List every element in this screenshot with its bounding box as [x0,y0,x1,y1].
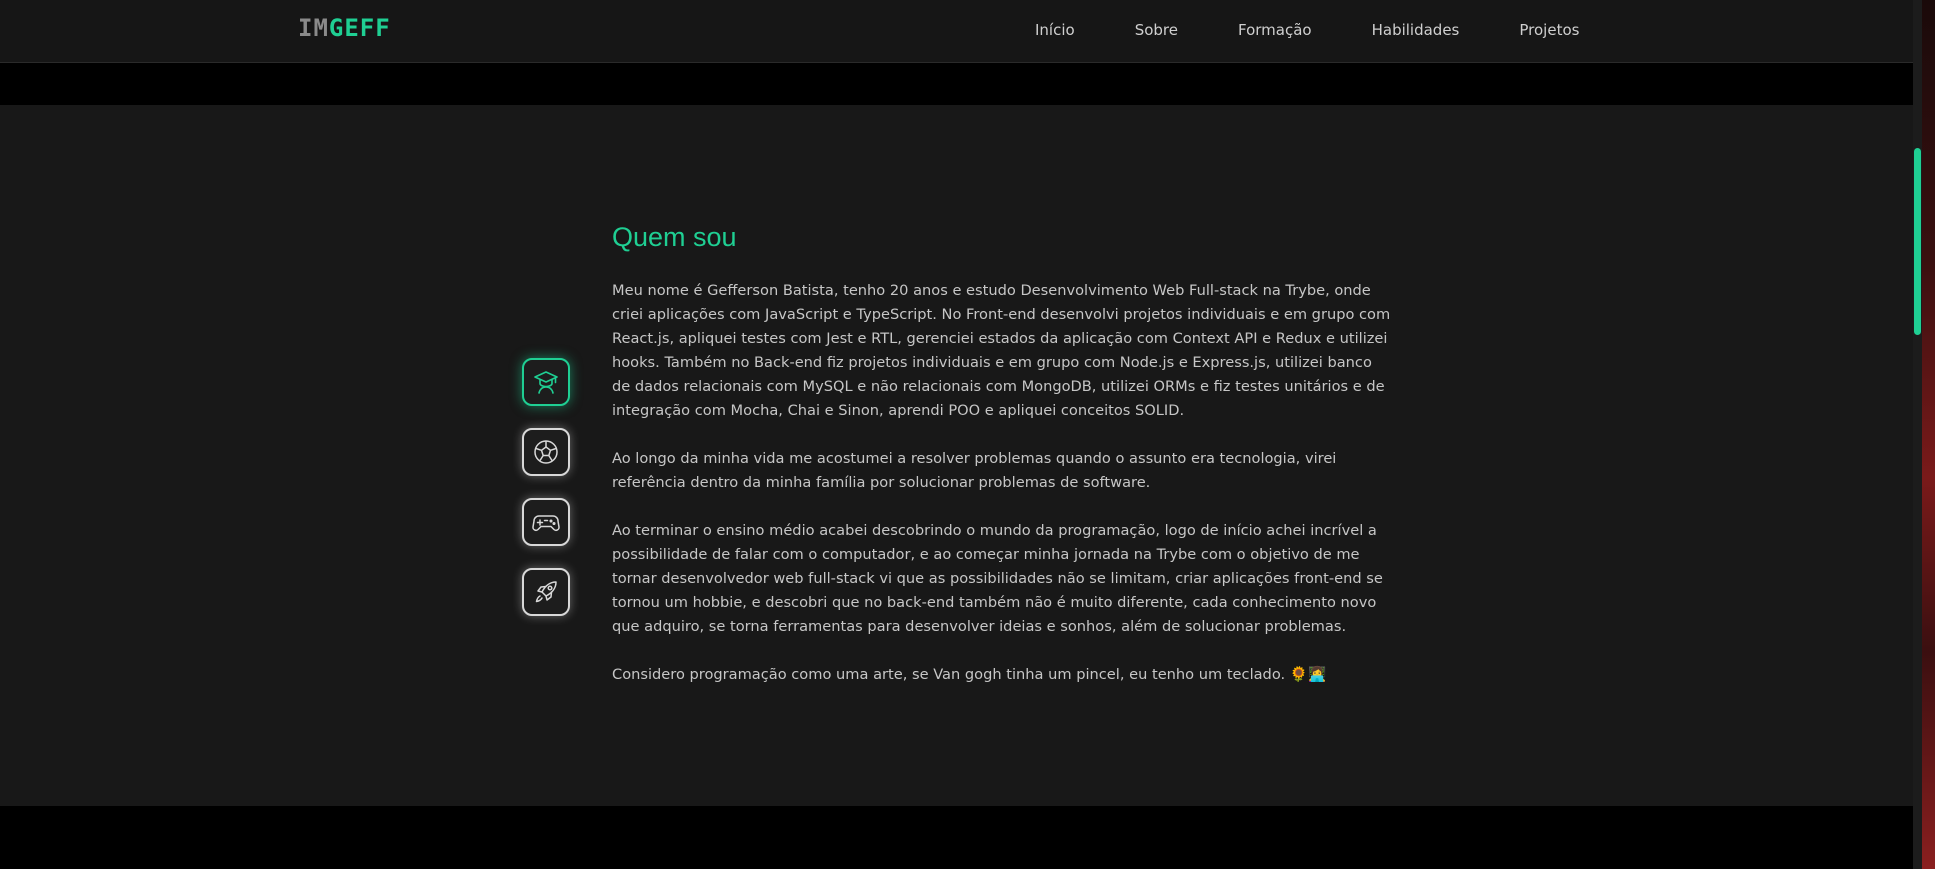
soccer-ball-icon-button[interactable] [522,428,570,476]
logo-part-geff: GEFF [328,14,391,42]
scroll-thumb[interactable] [1914,148,1921,335]
soccer-ball-icon [534,440,558,464]
about-paragraph-1: Meu nome é Gefferson Batista, tenho 20 a… [612,282,1391,419]
gamepad-icon [532,515,560,531]
graduate-icon [534,371,558,394]
nav-links: Início Sobre Formação Habilidades Projet… [1035,21,1579,39]
nav-link-inicio[interactable]: Início [1035,21,1075,39]
logo[interactable]: IMGEFF [298,14,391,42]
nav-link-projetos[interactable]: Projetos [1519,21,1579,39]
graduate-icon-button[interactable] [522,358,570,406]
nav-link-formacao[interactable]: Formação [1238,21,1312,39]
about-content: Quem sou Meu nome é Gefferson Batista, t… [612,222,1392,711]
scrollbar[interactable] [1913,0,1935,869]
rocket-icon [535,581,557,603]
gamepad-icon-button[interactable] [522,498,570,546]
section-title: Quem sou [612,222,737,252]
about-paragraph-3: Ao terminar o ensino médio acabei descob… [612,522,1383,635]
navbar: IMGEFF Início Sobre Formação Habilidades… [0,0,1913,63]
logo-part-im: IM [298,14,329,42]
scroll-track[interactable] [1913,0,1922,869]
nav-link-habilidades[interactable]: Habilidades [1372,21,1460,39]
window-edge [1922,0,1935,869]
about-paragraph-4: Considero programação como uma arte, se … [612,666,1327,683]
nav-link-sobre[interactable]: Sobre [1135,21,1178,39]
rocket-icon-button[interactable] [522,568,570,616]
about-paragraph-2: Ao longo da minha vida me acostumei a re… [612,450,1337,491]
